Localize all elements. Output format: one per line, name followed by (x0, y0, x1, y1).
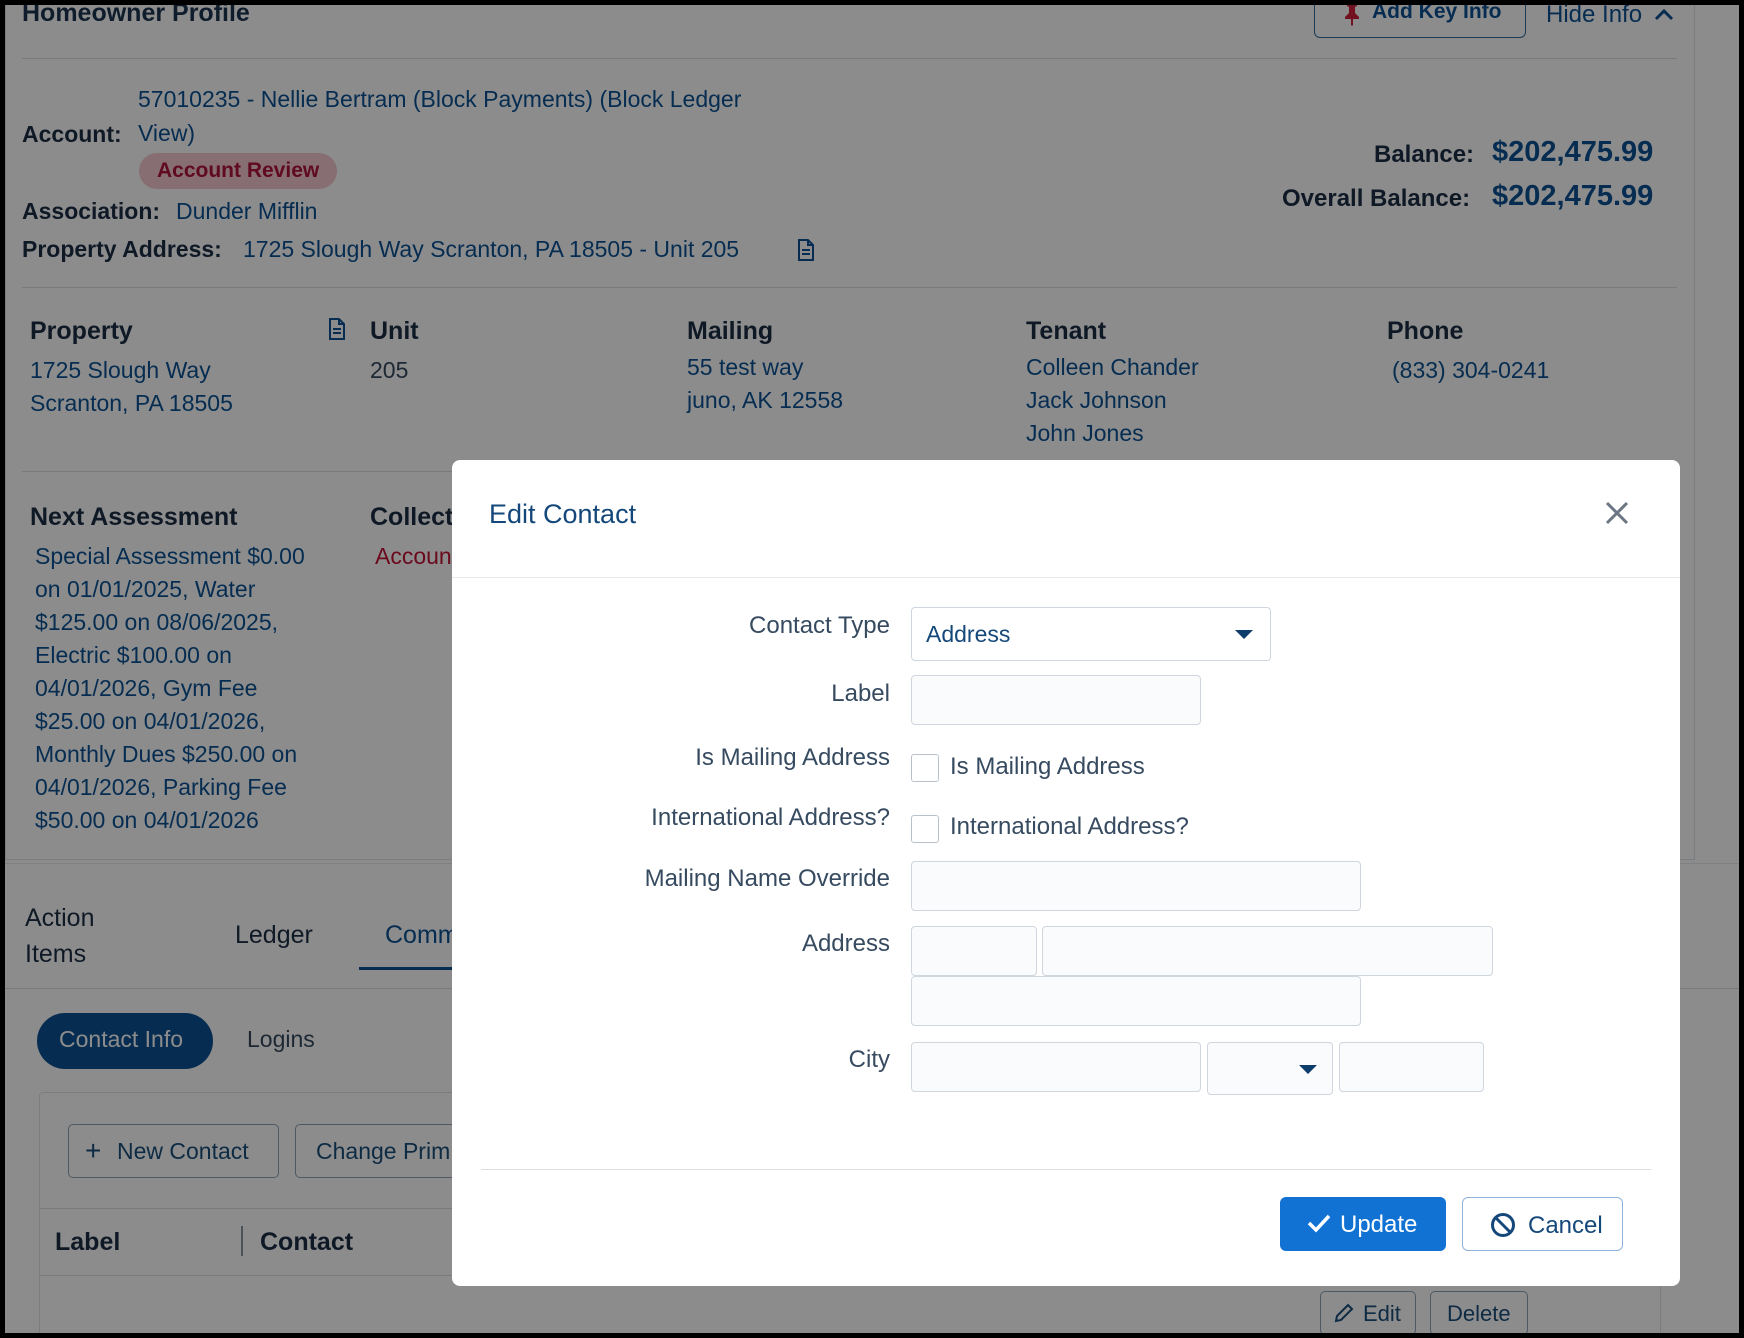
zip-input[interactable] (1339, 1042, 1484, 1092)
is-mailing-address-checkbox-label[interactable]: Is Mailing Address (950, 753, 1145, 781)
ban-icon (1491, 1213, 1515, 1237)
address-label: Address (801, 930, 890, 957)
address-number-input[interactable] (911, 926, 1037, 976)
divider (481, 1169, 1651, 1170)
mailing-name-override-label: Mailing Name Override (644, 865, 890, 892)
label-input[interactable] (911, 675, 1201, 725)
mailing-name-override-input[interactable] (911, 861, 1361, 911)
close-icon[interactable] (1602, 498, 1632, 528)
update-label: Update (1340, 1211, 1418, 1238)
address-street-input[interactable] (1042, 926, 1493, 976)
international-address-checkbox-label[interactable]: International Address? (950, 813, 1189, 841)
is-mailing-address-checkbox[interactable] (911, 754, 939, 782)
update-button[interactable]: Update (1280, 1197, 1446, 1251)
contact-type-select[interactable]: Address (911, 607, 1271, 661)
contact-type-value: Address (926, 621, 1011, 647)
international-address-checkbox[interactable] (911, 815, 939, 843)
chevron-down-icon (1299, 1065, 1317, 1074)
check-icon (1307, 1214, 1331, 1233)
modal-title: Edit Contact (489, 499, 637, 529)
is-mailing-address-label: Is Mailing Address (695, 744, 890, 771)
international-address-label: International Address? (651, 804, 890, 831)
edit-contact-modal: Edit Contact Contact Type Address Label … (452, 460, 1680, 1286)
cancel-button[interactable]: Cancel (1462, 1197, 1623, 1251)
chevron-down-icon (1235, 630, 1253, 639)
app-frame: Homeowner Profile Add Key Info Hide Info… (5, 5, 1739, 1333)
divider (452, 577, 1680, 578)
city-label: City (848, 1046, 890, 1073)
state-select[interactable] (1207, 1042, 1333, 1095)
address-line2-input[interactable] (911, 976, 1361, 1026)
label-field-label: Label (831, 680, 890, 707)
city-input[interactable] (911, 1042, 1201, 1092)
cancel-label: Cancel (1528, 1212, 1603, 1239)
contact-type-label: Contact Type (749, 612, 890, 639)
